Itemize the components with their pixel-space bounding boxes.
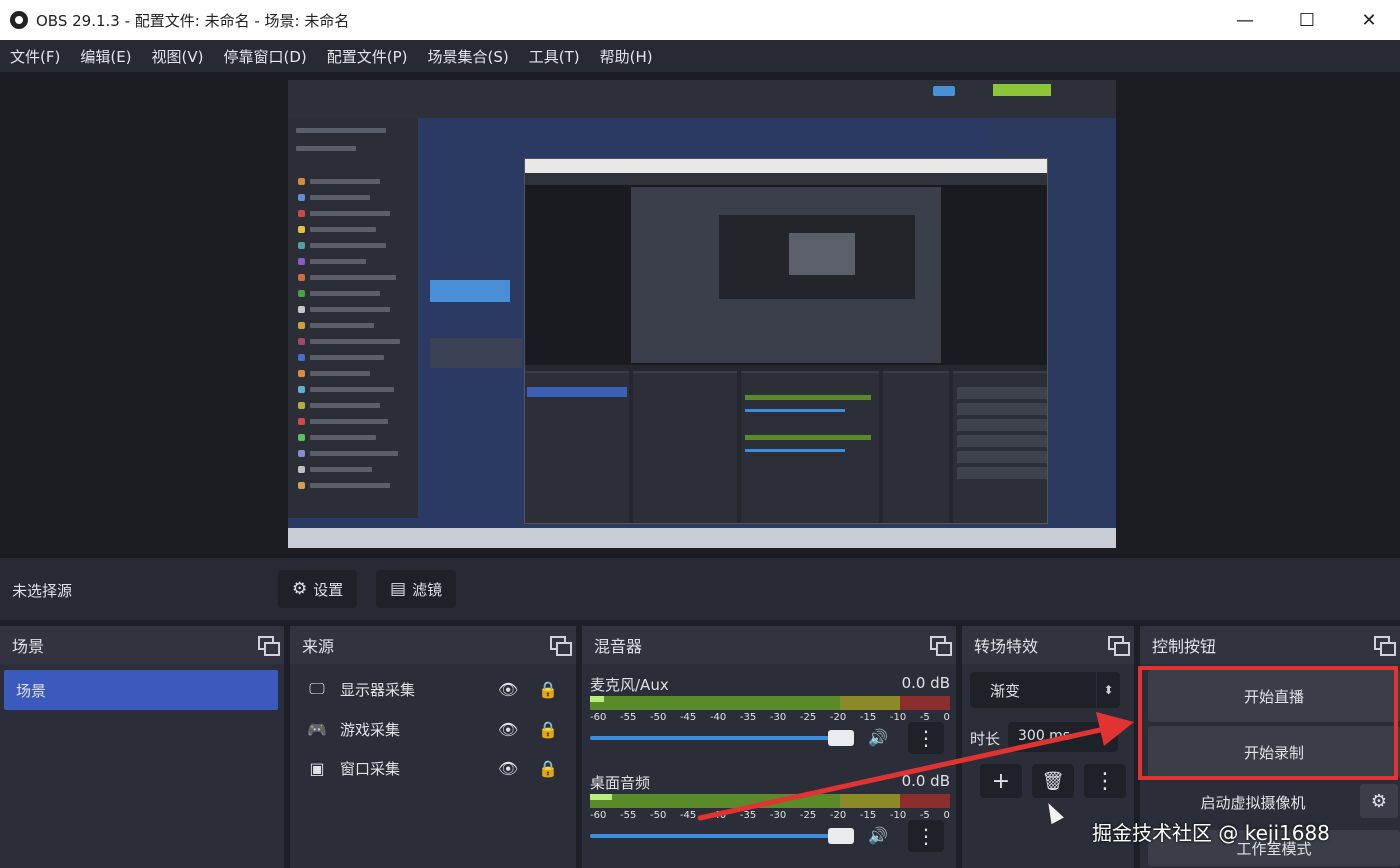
watermark: 掘金技术社区 @ keji1688: [1092, 821, 1330, 845]
undock-icon[interactable]: [1108, 636, 1130, 656]
level-fill: [590, 794, 612, 800]
filter-icon: ▤: [390, 579, 407, 599]
properties-label: 设置: [313, 580, 344, 599]
sources-dock-header: 来源: [290, 626, 576, 664]
slider-handle[interactable]: [828, 828, 854, 844]
undock-icon[interactable]: [258, 636, 280, 656]
track-name: 桌面音频: [590, 774, 651, 792]
gear-icon: ⚙: [292, 579, 308, 599]
start-virtual-camera-button[interactable]: 启动虚拟摄像机: [1148, 786, 1358, 818]
undock-icon[interactable]: [930, 636, 952, 656]
remove-transition-button[interactable]: 🗑: [1032, 764, 1074, 798]
source-label: 窗口采集: [340, 759, 401, 778]
source-item-window-capture[interactable]: ▣ 窗口采集 👁 🔒: [306, 753, 558, 783]
menu-profile[interactable]: 配置文件(P): [317, 46, 418, 67]
add-transition-button[interactable]: +: [980, 764, 1022, 798]
captured-card: [430, 338, 522, 368]
trash-icon: 🗑: [1041, 770, 1065, 792]
menu-help[interactable]: 帮助(H): [590, 46, 663, 67]
duration-label: 时长: [970, 730, 1001, 748]
window-title: OBS 29.1.3 - 配置文件: 未命名 - 场景: 未命名: [36, 11, 350, 30]
menu-edit[interactable]: 编辑(E): [70, 46, 141, 67]
visibility-eye-icon[interactable]: 👁: [498, 680, 518, 699]
slider-handle[interactable]: [828, 730, 854, 746]
speaker-icon[interactable]: 🔊: [868, 728, 888, 747]
undock-icon[interactable]: [550, 636, 572, 656]
speaker-icon[interactable]: 🔊: [868, 826, 888, 845]
captured-obs-window: [524, 158, 1048, 524]
scenes-dock-title: 场景: [12, 637, 45, 656]
maximize-button[interactable]: ☐: [1276, 0, 1338, 40]
captured-blue-button: [430, 280, 510, 302]
lock-icon[interactable]: 🔒: [538, 720, 558, 739]
obs-logo-icon: [10, 11, 28, 29]
transition-more-button[interactable]: ⋮: [1084, 764, 1126, 798]
volume-meter: [590, 794, 950, 808]
meter-ticks: -60 -55 -50 -45 -40 -35 -30 -25 -20 -15 -10 -5 0: [590, 810, 950, 821]
source-label: 游戏采集: [340, 720, 401, 739]
level-fill: [590, 696, 605, 702]
mixer-dock: 混音器 麦克风/Aux 0.0 dB -60 -55 -50 -45 -40 -35 -30…: [582, 626, 956, 868]
controls-dock-title: 控制按钮: [1152, 637, 1217, 656]
volume-meter: [590, 696, 950, 710]
menu-bar: 文件(F) 编辑(E) 视图(V) 停靠窗口(D) 配置文件(P) 场景集合(S…: [0, 40, 1400, 72]
volume-slider[interactable]: [590, 828, 854, 844]
properties-button[interactable]: ⚙ 设置: [278, 570, 358, 608]
mixer-track-mic: 麦克风/Aux 0.0 dB -60 -55 -50 -45 -40 -35 -30 -25-…: [590, 674, 950, 764]
preview-canvas[interactable]: [288, 80, 1116, 548]
undock-icon[interactable]: [1374, 636, 1396, 656]
menu-file[interactable]: 文件(F): [0, 46, 70, 67]
minimize-button[interactable]: —: [1214, 0, 1276, 40]
lock-icon[interactable]: 🔒: [538, 680, 558, 699]
window-controls: — ☐ ✕: [1214, 0, 1400, 40]
scenes-dock: 场景 场景: [0, 626, 284, 868]
menu-docks[interactable]: 停靠窗口(D): [214, 46, 317, 67]
source-label: 显示器采集: [340, 680, 416, 699]
menu-scene-collection[interactable]: 场景集合(S): [418, 46, 519, 67]
captured-green-badge: [993, 84, 1051, 96]
visibility-eye-icon[interactable]: 👁: [498, 759, 518, 778]
captured-topbar: [288, 80, 1116, 118]
window-icon: ▣: [309, 758, 325, 778]
gear-icon[interactable]: ⚙: [1360, 784, 1398, 818]
scene-list-item[interactable]: 场景: [4, 670, 278, 710]
meter-ticks: -60 -55 -50 -45 -40 -35 -30 -25 -20 -15 -10 -5 0: [590, 712, 950, 723]
gamepad-icon: 🎮: [307, 719, 327, 739]
track-db: 0.0 dB: [901, 772, 950, 790]
lock-icon[interactable]: 🔒: [538, 759, 558, 778]
highlight-box: [1138, 666, 1398, 780]
more-options-button[interactable]: ⋮: [908, 722, 944, 754]
title-bar: OBS 29.1.3 - 配置文件: 未命名 - 场景: 未命名 — ☐ ✕: [0, 0, 1400, 40]
filters-button[interactable]: ▤ 滤镜: [376, 570, 457, 608]
mixer-dock-title: 混音器: [594, 637, 643, 656]
mixer-track-desktop-audio: 桌面音频 0.0 dB -60 -55 -50 -45 -40 -35 -30 -25 -20-…: [590, 772, 950, 862]
sources-dock: 来源 🖵 显示器采集 👁 🔒 🎮 游戏采集 👁 🔒 ▣ 窗口采集 👁 🔒: [290, 626, 576, 868]
close-button[interactable]: ✕: [1338, 0, 1400, 40]
source-item-game-capture[interactable]: 🎮 游戏采集 👁 🔒: [306, 714, 558, 744]
more-options-button[interactable]: ⋮: [908, 820, 944, 852]
track-name: 麦克风/Aux: [590, 676, 669, 694]
captured-pill: [933, 86, 955, 96]
visibility-eye-icon[interactable]: 👁: [498, 720, 518, 739]
controls-dock-header: 控制按钮: [1140, 626, 1400, 664]
scenes-dock-header: 场景: [0, 626, 284, 664]
no-source-selected-label: 未选择源: [12, 582, 73, 600]
menu-tools[interactable]: 工具(T): [519, 46, 590, 67]
source-item-display-capture[interactable]: 🖵 显示器采集 👁 🔒: [306, 674, 558, 704]
preview-area: [0, 72, 1400, 558]
captured-taskbar: [288, 528, 1116, 548]
captured-sidebar: [288, 118, 418, 535]
source-toolbar: 未选择源 ⚙ 设置 ▤ 滤镜: [0, 558, 1400, 620]
mixer-dock-header: 混音器: [582, 626, 956, 664]
select-arrows-icon[interactable]: ⬍: [1096, 672, 1120, 708]
filters-label: 滤镜: [412, 580, 443, 599]
transitions-dock-title: 转场特效: [974, 637, 1039, 656]
menu-view[interactable]: 视图(V): [142, 46, 214, 67]
track-db: 0.0 dB: [901, 674, 950, 692]
duration-input[interactable]: 300 ms: [1008, 722, 1118, 752]
volume-slider[interactable]: [590, 730, 854, 746]
transitions-dock-header: 转场特效: [962, 626, 1134, 664]
sources-dock-title: 来源: [302, 637, 335, 656]
monitor-icon: 🖵: [309, 679, 325, 698]
